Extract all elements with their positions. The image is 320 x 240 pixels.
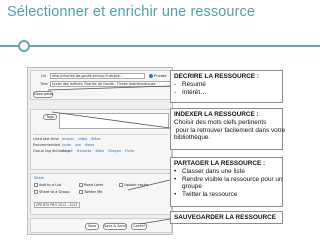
callout-index: INDEXER LA RESSOURCE : Choisir des mots … <box>170 108 286 150</box>
callout-bullet-text: Twitter la ressource <box>182 191 238 199</box>
callout-bullet-continuation: groupe <box>174 183 279 191</box>
callout-title: DECRIRE LA RESSOURCE : <box>174 73 259 80</box>
callout-share: PARTAGER LA RESSOURCE : • Classer dans un… <box>170 157 283 207</box>
callout-bullet-text: Classer dans une liste <box>182 167 245 175</box>
callout-bullet: - Intérêt… <box>174 88 207 96</box>
callout-save: SAUVEGARDER LA RESSOURCE <box>170 211 283 224</box>
callout-bullet: • Rendre visible la ressource pour un <box>174 175 283 183</box>
callout-bullet-text: Intérêt… <box>182 88 207 96</box>
connector-description <box>47 85 171 91</box>
callout-title: PARTAGER LA RESSOURCE : <box>174 160 266 167</box>
callout-line: bibliothèque. <box>174 134 211 142</box>
callout-bullet-text: Résumé <box>182 80 206 88</box>
callout-line: Choisir des mots clefs pertinents <box>174 118 267 126</box>
callout-title: INDEXER LA RESSOURCE : <box>174 111 259 118</box>
callout-bullet-text: Rendre visible la ressource pour un <box>182 175 283 183</box>
connector-save <box>139 218 171 225</box>
callout-title: SAUVEGARDER LA RESSOURCE <box>174 214 277 221</box>
callout-describe: DECRIRE LA RESSOURCE : - Résumé - Intérêt… <box>170 70 283 103</box>
connector-share <box>127 179 171 191</box>
callout-bullet: • Twitter la ressource <box>174 191 238 199</box>
callout-line: pour la retrouver facilement dans votre <box>174 126 286 134</box>
callout-bullet: - Résumé <box>174 80 206 88</box>
callout-bullet: • Classer dans une liste <box>174 167 245 175</box>
connector-tags <box>51 111 171 129</box>
callout-bullet-text: groupe <box>182 183 202 191</box>
